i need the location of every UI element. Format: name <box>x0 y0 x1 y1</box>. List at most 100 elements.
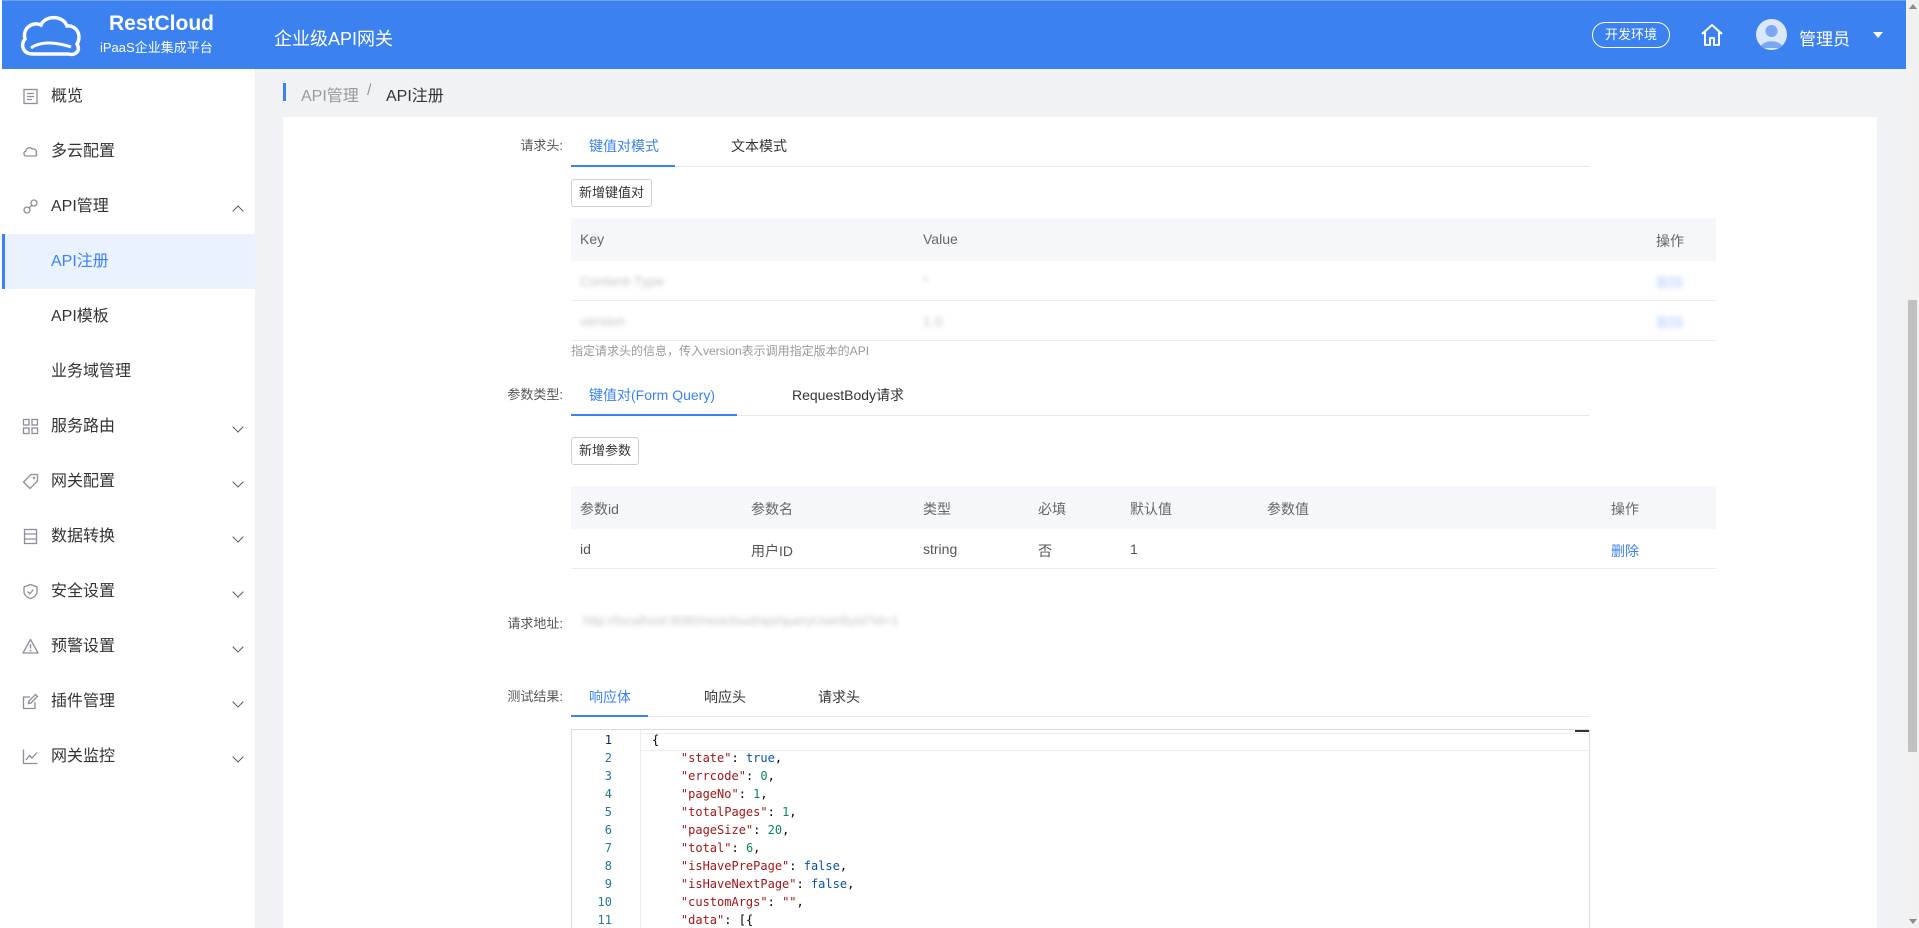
sidebar-item-api-management[interactable]: API管理 <box>2 179 255 234</box>
code-line: "isHavePrePage": false, <box>680 859 848 873</box>
sidebar-item-alerts[interactable]: 预警设置 <box>2 619 255 674</box>
add-keyvalue-button[interactable]: 新增键值对 <box>571 179 653 207</box>
cloud-icon <box>23 147 38 157</box>
column-header-default: 默认值 <box>1130 501 1172 517</box>
column-header-value: Value <box>923 231 958 247</box>
delete-link[interactable]: 删除 <box>1656 313 1684 333</box>
chevron-down-icon <box>232 751 244 763</box>
environment-button[interactable]: 开发环境 <box>1592 22 1670 48</box>
tab-form-query[interactable]: 键值对(Form Query) <box>589 385 715 405</box>
avatar[interactable] <box>1756 19 1787 50</box>
scroll-up-arrow-icon[interactable] <box>1909 4 1917 9</box>
column-header-action: 操作 <box>1656 233 1684 249</box>
shield-icon <box>23 583 38 600</box>
page-scrollbar[interactable] <box>1906 0 1919 928</box>
chevron-down-icon <box>232 476 244 488</box>
line-number: 10 <box>597 895 612 909</box>
tab-response-body[interactable]: 响应体 <box>589 687 631 707</box>
code-line: "totalPages": 1, <box>680 805 797 819</box>
code-line: "data": [{ <box>680 913 754 927</box>
table-row <box>571 529 1716 569</box>
sidebar-item-security[interactable]: 安全设置 <box>2 564 255 619</box>
request-url-value[interactable]: http://localhost:8080/restcloud/api/quer… <box>583 613 898 628</box>
add-param-button[interactable]: 新增参数 <box>571 437 640 465</box>
sidebar-item-label: 网关配置 <box>51 473 116 490</box>
sidebar-item-service-route[interactable]: 服务路由 <box>2 399 255 454</box>
header-key-cell[interactable]: Content-Type <box>580 273 664 289</box>
chevron-up-icon <box>232 205 244 217</box>
json-value: false <box>803 859 840 873</box>
json-key: "data" <box>680 913 725 927</box>
code-line: "pageNo": 1, <box>680 787 768 801</box>
sidebar-item-data-transform[interactable]: 数据转换 <box>2 509 255 564</box>
edit-icon <box>22 693 39 710</box>
table-row <box>571 301 1716 341</box>
json-key: "errcode" <box>680 769 746 783</box>
line-number: 7 <box>604 841 612 855</box>
top-header: RestCloud iPaaS企业集成平台 企业级API网关 开发环境 管理员 <box>2 0 1906 69</box>
sidebar-item-api-template[interactable]: API模板 <box>2 289 255 344</box>
sidebar-item-gateway-config[interactable]: 网关配置 <box>2 454 255 509</box>
sidebar-item-api-register[interactable]: API注册 <box>2 234 255 289</box>
column-header-action: 操作 <box>1611 501 1639 517</box>
breadcrumb-accent-bar <box>283 83 286 101</box>
sidebar-item-multicloud[interactable]: 多云配置 <box>2 124 255 179</box>
active-tab-indicator <box>571 715 648 717</box>
tab-keyvalue-mode[interactable]: 键值对模式 <box>589 136 659 156</box>
chevron-down-icon <box>232 421 244 433</box>
json-key: "pageNo" <box>680 787 739 801</box>
param-type-cell[interactable]: string <box>923 541 957 557</box>
user-avatar-icon <box>1760 25 1783 48</box>
restcloud-logo-icon[interactable] <box>19 14 83 58</box>
line-number: 9 <box>604 877 612 891</box>
sidebar-item-label: 服务路由 <box>51 418 116 435</box>
column-header-required: 必填 <box>1038 501 1066 517</box>
header-key-cell[interactable]: version <box>580 313 625 329</box>
sidebar-item-monitoring[interactable]: 网关监控 <box>2 729 255 784</box>
json-key: "totalPages" <box>680 805 768 819</box>
code-line: "state": true, <box>680 751 783 765</box>
overview-ruler-mark <box>1575 730 1589 732</box>
request-headers-label: 请求头: <box>520 138 563 153</box>
warning-icon <box>22 638 39 654</box>
json-value: false <box>810 877 848 891</box>
line-number: 2 <box>604 751 612 765</box>
json-key: "state" <box>680 751 732 765</box>
sidebar-item-plugins[interactable]: 插件管理 <box>2 674 255 729</box>
param-id-cell[interactable]: id <box>580 541 591 557</box>
breadcrumb-parent-link[interactable]: API管理 <box>301 82 359 106</box>
sidebar: 概览 多云配置 API管理 API注册 API模板 业务域管理 服务路由 网关配… <box>2 69 255 928</box>
response-code-editor[interactable]: 1 { 2 "state": true, 3 "errcode": 0, 4 "… <box>571 729 1590 928</box>
user-menu-caret-icon[interactable] <box>1873 32 1883 38</box>
active-tab-indicator <box>571 414 737 416</box>
column-header-type: 类型 <box>923 501 951 517</box>
sidebar-item-business-domain[interactable]: 业务域管理 <box>2 344 255 399</box>
json-value: [{ <box>738 913 754 927</box>
tab-response-headers[interactable]: 响应头 <box>704 687 746 707</box>
param-name-cell[interactable]: 用户ID <box>751 541 793 561</box>
code-text: { <box>652 733 660 747</box>
tab-text-mode[interactable]: 文本模式 <box>731 136 787 156</box>
param-required-cell[interactable]: 否 <box>1038 541 1052 561</box>
user-name[interactable]: 管理员 <box>1799 25 1850 50</box>
delete-link[interactable]: 删除 <box>1656 273 1684 293</box>
tab-requestbody[interactable]: RequestBody请求 <box>792 385 904 405</box>
scrollbar-thumb[interactable] <box>1908 300 1917 752</box>
code-line: "errcode": 0, <box>680 769 775 783</box>
json-key: "customArgs" <box>680 895 768 909</box>
database-icon <box>23 528 38 545</box>
param-default-cell[interactable]: 1 <box>1130 541 1138 557</box>
header-value-cell[interactable]: 1.0 <box>923 313 942 329</box>
tab-request-headers[interactable]: 请求头 <box>818 687 860 707</box>
scroll-down-arrow-icon[interactable] <box>1909 919 1917 924</box>
header-value-cell[interactable]: * <box>923 273 928 289</box>
delete-link[interactable]: 删除 <box>1611 541 1639 561</box>
request-url-label: 请求地址: <box>507 616 563 631</box>
sidebar-item-overview[interactable]: 概览 <box>2 69 255 124</box>
brand-subtitle: iPaaS企业集成平台 <box>100 40 213 55</box>
code-line: "total": 6, <box>680 841 761 855</box>
code-line: "pageSize": 20, <box>680 823 790 837</box>
home-icon[interactable] <box>1699 22 1725 48</box>
chevron-down-icon <box>232 641 244 653</box>
sidebar-item-label: 预警设置 <box>51 638 116 655</box>
